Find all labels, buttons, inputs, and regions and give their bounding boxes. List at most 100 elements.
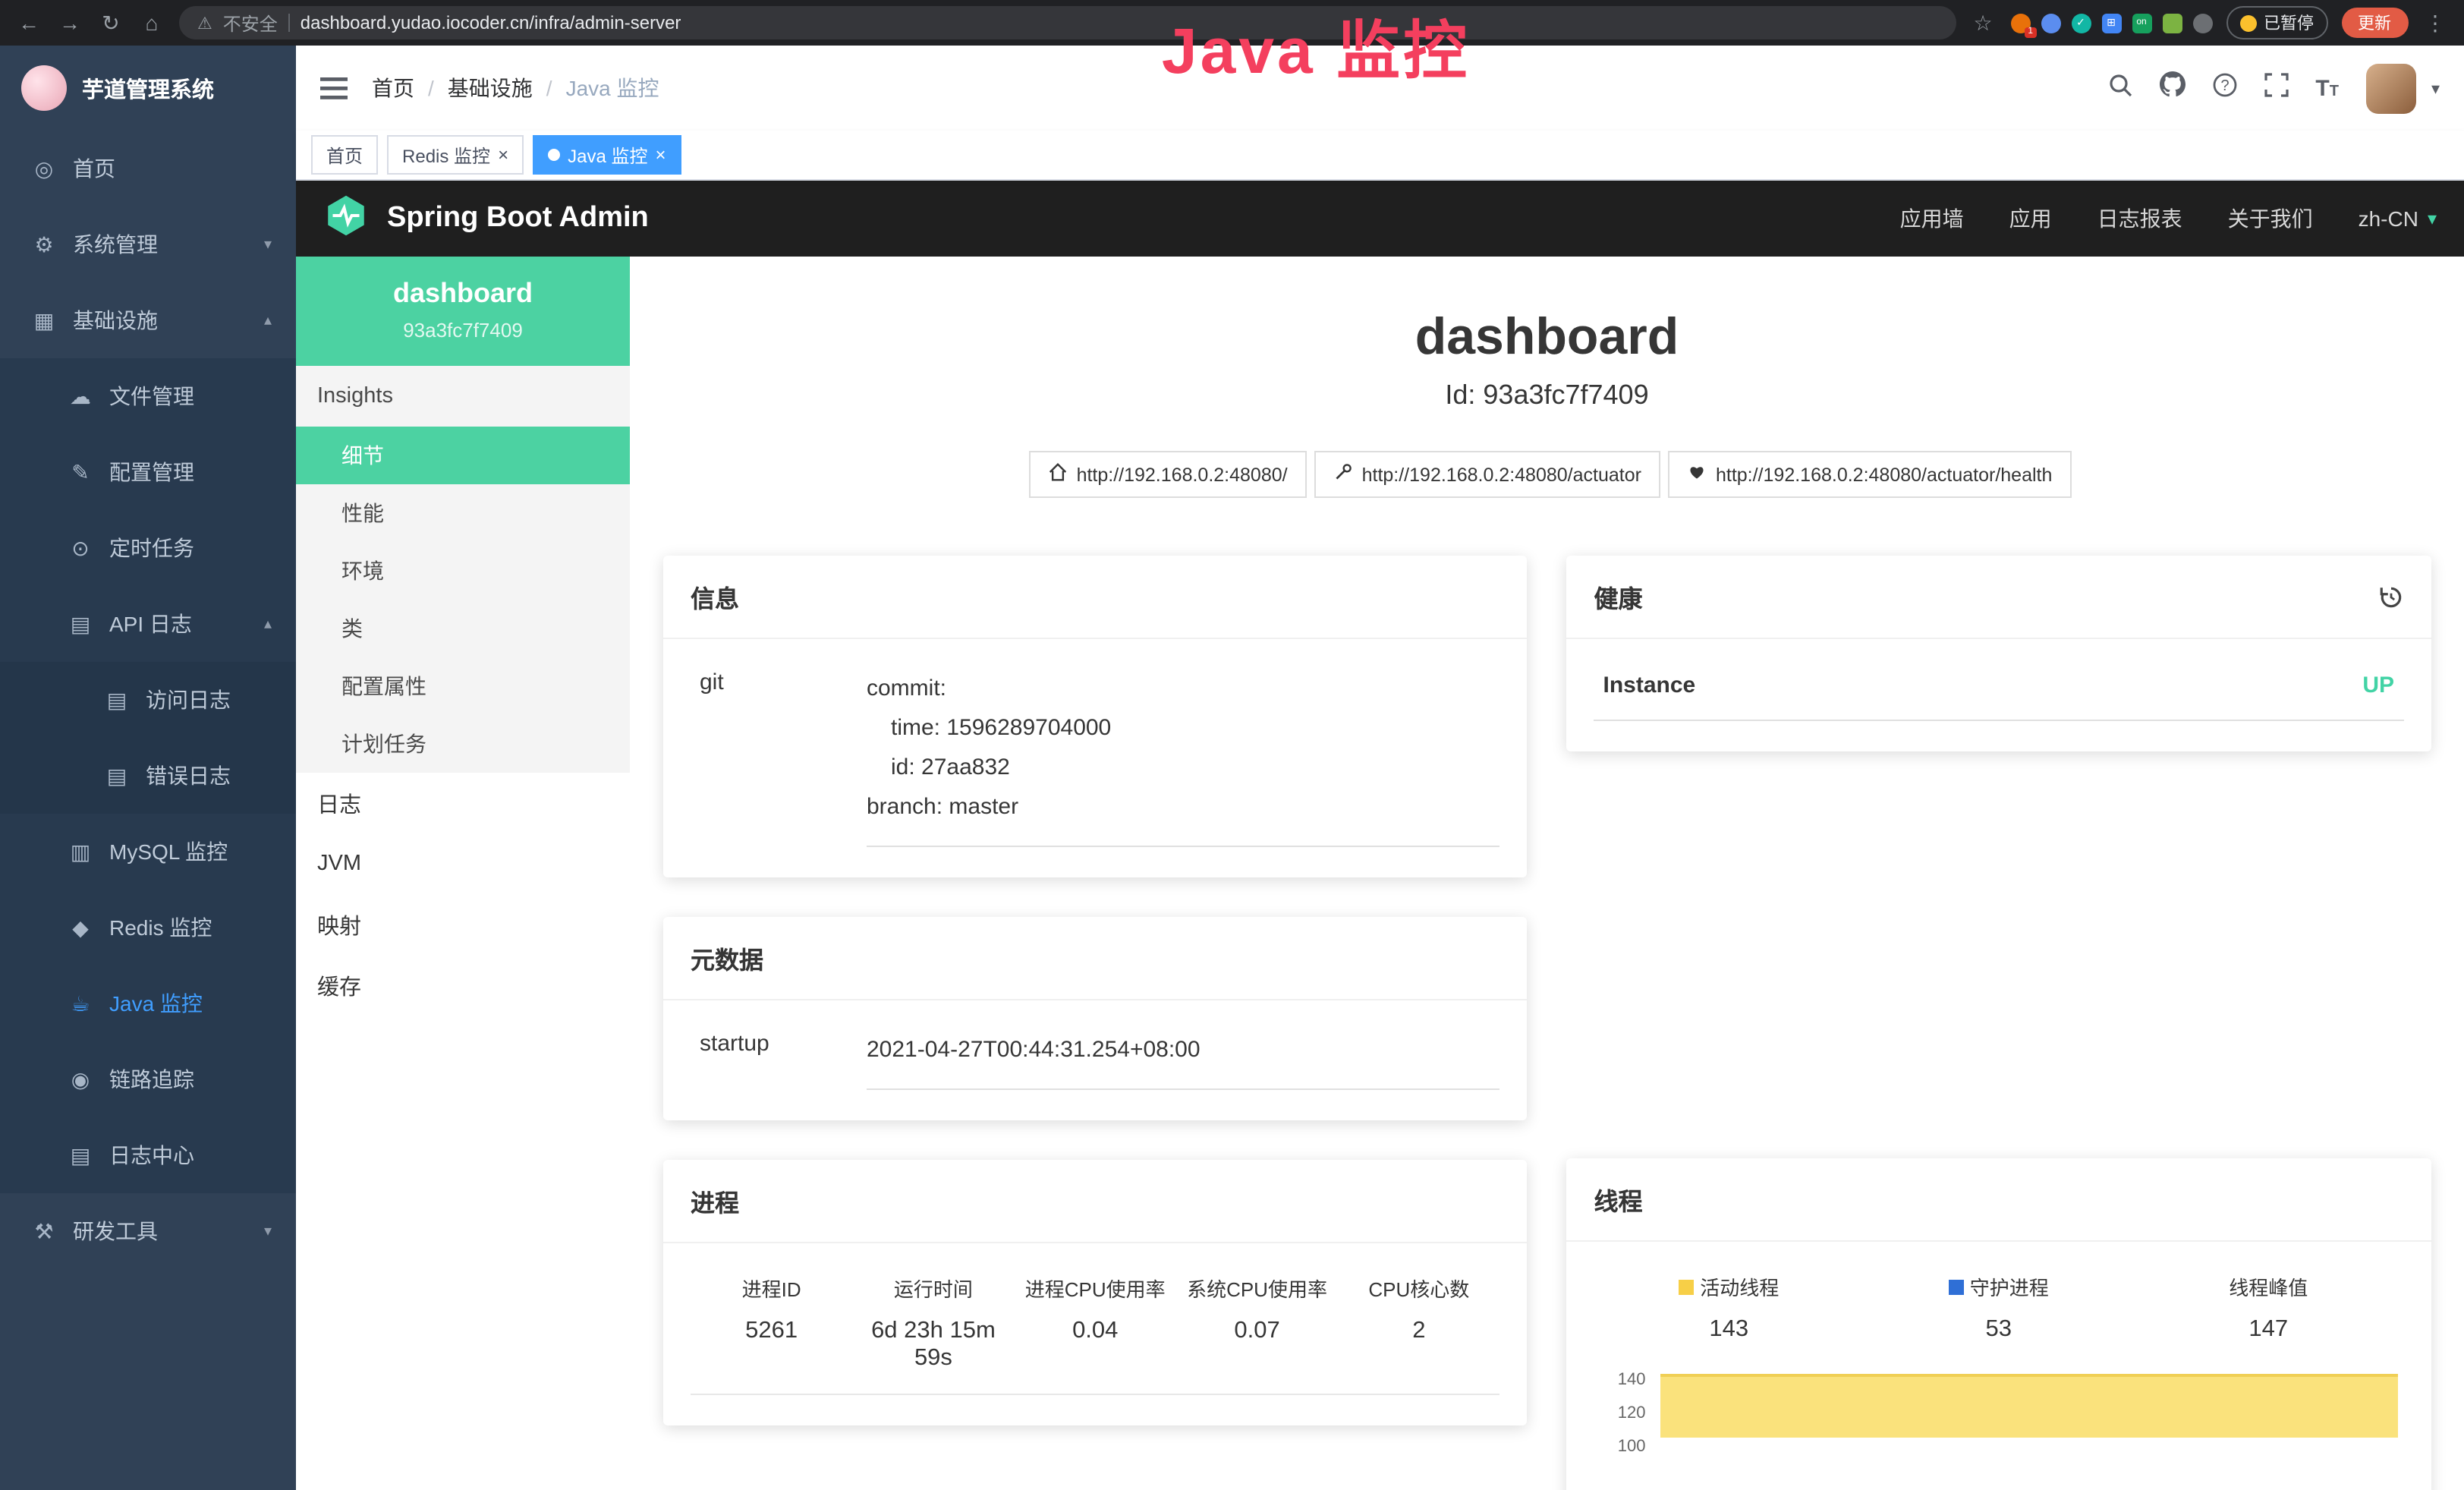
service-url-link[interactable]: http://192.168.0.2:48080/ xyxy=(1030,451,1308,498)
column-header: 运行时间 xyxy=(852,1274,1014,1303)
breadcrumb-item[interactable]: 首页 xyxy=(372,73,414,103)
actuator-url-link[interactable]: http://192.168.0.2:48080/actuator xyxy=(1315,451,1661,498)
sba-sidebar-section-insights[interactable]: Insights xyxy=(296,366,630,427)
sidebar-item-label: 错误日志 xyxy=(146,761,231,791)
sidebar-item-mysql-monitor[interactable]: ▥ MySQL 监控 xyxy=(0,814,296,890)
sidebar-item-infrastructure[interactable]: ▦ 基础设施 ▴ xyxy=(0,282,296,358)
instance-header[interactable]: dashboard 93a3fc7f7409 xyxy=(296,257,630,366)
sidebar-item-file-management[interactable]: ☁ 文件管理 xyxy=(0,358,296,434)
breadcrumb-item[interactable]: 基础设施 xyxy=(448,73,533,103)
sba-sidebar-item-environment[interactable]: 环境 xyxy=(296,542,630,600)
sidebar-item-scheduled-jobs[interactable]: ⊙ 定时任务 xyxy=(0,510,296,586)
search-icon[interactable] xyxy=(2107,72,2132,104)
paused-label: 已暂停 xyxy=(2264,11,2314,35)
sidebar-item-redis-monitor[interactable]: ◆ Redis 监控 xyxy=(0,890,296,966)
font-size-icon[interactable]: TT xyxy=(2315,75,2339,101)
sba-sidebar-item-classes[interactable]: 类 xyxy=(296,600,630,657)
github-icon[interactable] xyxy=(2159,71,2185,105)
close-icon[interactable]: × xyxy=(498,146,508,164)
extension-icon[interactable]: ✓ xyxy=(2071,13,2091,33)
extension-icon[interactable] xyxy=(2041,13,2060,33)
sba-nav-applications[interactable]: 应用 xyxy=(2009,203,2052,234)
sba-sidebar-item-jvm[interactable]: JVM xyxy=(296,833,630,894)
breadcrumb-separator: / xyxy=(546,76,552,100)
help-icon[interactable]: ? xyxy=(2212,72,2236,104)
profile-paused-badge[interactable]: 已暂停 xyxy=(2226,6,2327,39)
chrome-update-button[interactable]: 更新 xyxy=(2341,8,2408,38)
sba-nav-wallboard[interactable]: 应用墙 xyxy=(1900,203,1964,234)
sidebar-item-home[interactable]: ◎ 首页 xyxy=(0,131,296,206)
tab-java-monitor[interactable]: Java 监控 × xyxy=(533,135,681,175)
git-id-line: id: 27aa832 xyxy=(867,748,1500,788)
sidebar-item-config-management[interactable]: ✎ 配置管理 xyxy=(0,434,296,510)
back-icon[interactable]: ← xyxy=(15,11,42,35)
tab-home[interactable]: 首页 xyxy=(311,135,378,175)
hamburger-icon[interactable] xyxy=(320,77,348,99)
sidebar-item-tracing[interactable]: ◉ 链路追踪 xyxy=(0,1041,296,1117)
sba-sidebar-item-scheduled-tasks[interactable]: 计划任务 xyxy=(296,715,630,773)
breadcrumb: 首页 / 基础设施 / Java 监控 xyxy=(372,73,659,103)
sidebar-item-java-monitor[interactable]: ☕ Java 监控 xyxy=(0,966,296,1041)
extension-icon[interactable]: 1 xyxy=(2010,13,2030,33)
sidebar-item-label: 链路追踪 xyxy=(109,1064,194,1095)
cell-value: 5261 xyxy=(691,1318,852,1372)
bookmark-star-icon[interactable]: ☆ xyxy=(1969,10,1997,36)
extension-icon[interactable] xyxy=(2162,13,2182,33)
top-navbar: 首页 / 基础设施 / Java 监控 ? TT ▾ xyxy=(296,46,2464,131)
log-icon: ▤ xyxy=(67,1142,94,1168)
sba-sidebar-item-logs[interactable]: 日志 xyxy=(296,773,630,833)
timer-icon: ⊙ xyxy=(67,535,94,561)
file-icon: ☁ xyxy=(67,383,94,409)
dashboard-icon: ◎ xyxy=(30,156,58,181)
sidebar-item-dev-tools[interactable]: ⚒ 研发工具 ▾ xyxy=(0,1193,296,1269)
info-row-value: commit: time: 1596289704000 id: 27aa832 … xyxy=(867,669,1500,847)
app-logo[interactable]: 芋道管理系统 xyxy=(0,46,296,131)
sidebar-item-label: 文件管理 xyxy=(109,381,194,411)
sba-sidebar-item-caches[interactable]: 缓存 xyxy=(296,955,630,1016)
info-row-label: git xyxy=(691,669,867,847)
process-table: 进程ID 运行时间 进程CPU使用率 系统CPU使用率 CPU核心数 5261 … xyxy=(691,1274,1500,1395)
browser-menu-dots-icon[interactable]: ⋮ xyxy=(2422,10,2449,36)
sba-sidebar-item-metrics[interactable]: 性能 xyxy=(296,484,630,542)
sba-nav-journal[interactable]: 日志报表 xyxy=(2097,203,2182,234)
extension-icon[interactable]: on xyxy=(2132,13,2151,33)
sba-brand-title[interactable]: Spring Boot Admin xyxy=(387,202,649,235)
column-header: CPU核心数 xyxy=(1338,1274,1499,1303)
sidebar-item-access-logs[interactable]: ▤ 访问日志 xyxy=(0,662,296,738)
legend-label[interactable]: 守护进程 xyxy=(1864,1272,2134,1301)
address-bar[interactable]: ⚠ 不安全 dashboard.yudao.iocoder.cn/infra/a… xyxy=(179,6,1956,39)
sidebar-item-label: 系统管理 xyxy=(73,229,158,260)
legend-label[interactable]: 活动线程 xyxy=(1594,1272,1865,1301)
sidebar-item-log-center[interactable]: ▤ 日志中心 xyxy=(0,1117,296,1193)
url-text[interactable]: dashboard.yudao.iocoder.cn/infra/admin-s… xyxy=(301,12,681,33)
profile-avatar-icon xyxy=(2239,14,2256,31)
forward-icon[interactable]: → xyxy=(56,11,83,35)
sidebar-item-error-logs[interactable]: ▤ 错误日志 xyxy=(0,738,296,814)
close-icon[interactable]: × xyxy=(655,146,666,164)
history-icon[interactable] xyxy=(2377,584,2403,610)
extension-icon[interactable] xyxy=(2192,13,2212,33)
sba-sidebar-item-mappings[interactable]: 映射 xyxy=(296,894,630,955)
cell-value: 2 xyxy=(1338,1318,1499,1372)
sidebar-item-system-management[interactable]: ⚙ 系统管理 ▾ xyxy=(0,206,296,282)
fullscreen-icon[interactable] xyxy=(2264,72,2288,104)
home-icon[interactable]: ⌂ xyxy=(138,11,165,35)
language-selector[interactable]: zh-CN ▾ xyxy=(2359,206,2437,231)
health-url-link[interactable]: http://192.168.0.2:48080/actuator/health xyxy=(1669,451,2072,498)
sba-sidebar-item-config-props[interactable]: 配置属性 xyxy=(296,657,630,715)
caret-down-icon[interactable]: ▾ xyxy=(2431,78,2440,98)
sba-nav-about[interactable]: 关于我们 xyxy=(2228,203,2313,234)
legend-swatch-icon xyxy=(1949,1279,1964,1294)
reload-icon[interactable]: ↻ xyxy=(97,10,124,36)
tab-redis-monitor[interactable]: Redis 监控 × xyxy=(387,135,524,175)
infrastructure-icon: ▦ xyxy=(30,307,58,333)
extension-icon[interactable]: ⊞ xyxy=(2101,13,2121,33)
sidebar-item-label: 定时任务 xyxy=(109,533,194,563)
user-avatar[interactable] xyxy=(2366,63,2416,113)
sba-sidebar-item-details[interactable]: 细节 xyxy=(296,427,630,484)
wrench-icon xyxy=(1335,463,1353,486)
legend-text: 活动线程 xyxy=(1700,1272,1779,1301)
sidebar-item-api-logs[interactable]: ▤ API 日志 ▴ xyxy=(0,586,296,662)
chevron-up-icon: ▴ xyxy=(264,312,272,329)
not-secure-label[interactable]: 不安全 xyxy=(223,10,278,36)
